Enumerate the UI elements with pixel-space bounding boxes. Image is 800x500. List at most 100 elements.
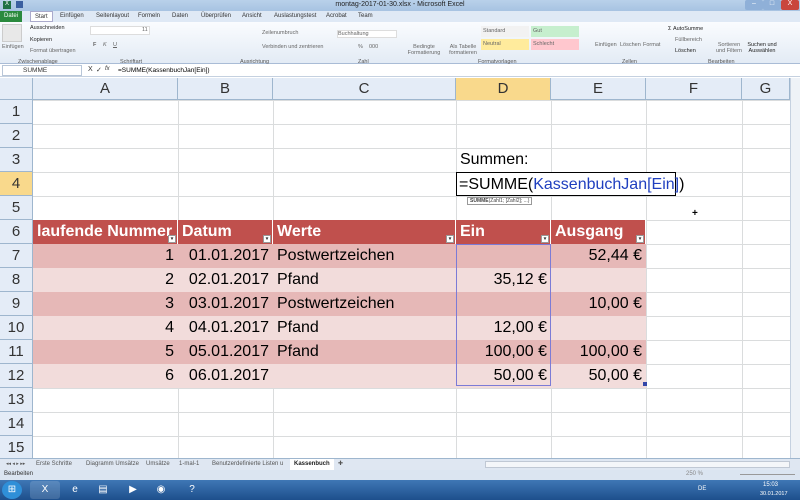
sheet-tab-active[interactable]: Kassenbuch [290,459,334,470]
cell-datum[interactable]: 05.01.2017 [178,340,273,364]
insert-cells-button[interactable]: Einfügen [595,42,617,48]
ie-icon[interactable]: e [60,481,90,499]
row-header[interactable]: 2 [0,124,33,148]
new-sheet-icon[interactable]: ✚ [334,459,347,470]
thousands-button[interactable]: 000 [369,44,378,50]
explorer-icon[interactable]: ▤ [88,481,118,499]
autosum-button[interactable]: Σ AutoSumme [668,26,703,32]
cell-ausgang[interactable]: 50,00 € [551,364,646,388]
font-size-select[interactable]: 11 [142,27,148,33]
merge-center-button[interactable]: Verbinden und zentrieren [262,44,323,50]
table-header-ausgang[interactable]: Ausgang ▾ [551,220,646,244]
excel-task-icon[interactable]: X [30,481,60,499]
cancel-icon[interactable]: X [88,66,93,73]
cell-ausgang[interactable] [551,268,646,292]
tab-seitenlayout[interactable]: Seitenlayout [92,11,133,22]
conditional-format-button[interactable]: Bedingte Formatierung [406,44,442,56]
horizontal-scrollbar[interactable] [485,461,790,468]
sheet-tab[interactable]: Umsätze [142,459,174,470]
row-header[interactable]: 12 [0,364,33,388]
wrap-text-button[interactable]: Zeilenumbruch [262,30,298,36]
enter-icon[interactable]: ✓ [96,66,102,74]
formula-input[interactable]: =SUMME(KassenbuchJan[Ein]) [118,65,210,76]
bold-button[interactable]: F [93,42,96,48]
tab-einfuegen[interactable]: Einfügen [56,11,88,22]
tab-team[interactable]: Team [354,11,377,22]
format-as-table-button[interactable]: Als Tabelle formatieren [445,44,481,56]
delete-cells-button[interactable]: Löschen [620,42,641,48]
cell-laufende-nummer[interactable]: 2 [33,268,178,292]
sheet-nav-buttons[interactable]: ◂◂ ◂ ▸ ▸▸ [2,459,29,470]
copy-button[interactable]: Kopieren [30,37,52,43]
row-header[interactable]: 10 [0,316,33,340]
format-cells-button[interactable]: Format [643,42,660,48]
zoom-slider[interactable] [740,474,795,475]
tab-datei[interactable]: Datei [0,11,23,22]
cell-werte[interactable]: Postwertzeichen [273,292,456,316]
cell-ausgang[interactable]: 10,00 € [551,292,646,316]
row-header[interactable]: 7 [0,244,33,268]
clock-date[interactable]: 30.01.2017 [760,491,788,497]
font-name-select[interactable] [90,26,150,35]
filter-dropdown-icon[interactable]: ▾ [168,235,176,243]
row-header[interactable]: 3 [0,148,33,172]
column-header-c[interactable]: C [273,78,456,100]
style-gut[interactable]: Gut [531,26,579,37]
minimize-button[interactable]: – [745,0,763,10]
close-button[interactable]: X [781,0,799,10]
table-header-datum[interactable]: Datum ▾ [178,220,273,244]
column-header-g[interactable]: G [742,78,790,100]
column-header-d[interactable]: D [456,78,551,100]
table-header-ein[interactable]: Ein ▾ [456,220,551,244]
sheet-tab[interactable]: Benutzerdefinierte Listen u [208,459,287,470]
start-button[interactable]: ⊞ [2,481,22,499]
sort-filter-button[interactable]: Sortieren und Filtern [714,42,744,54]
cell-datum[interactable]: 04.01.2017 [178,316,273,340]
media-player-icon[interactable]: ▶ [118,481,148,499]
table-header-werte[interactable]: Werte ▾ [273,220,456,244]
fill-button[interactable]: Füllbereich [675,37,702,43]
italic-button[interactable]: K [103,42,107,48]
tab-ansicht[interactable]: Ansicht [238,11,266,22]
row-header[interactable]: 6 [0,220,33,244]
cell-laufende-nummer[interactable]: 3 [33,292,178,316]
tab-acrobat[interactable]: Acrobat [322,11,351,22]
row-header[interactable]: 15 [0,436,33,460]
style-standard[interactable]: Standard [481,26,529,37]
column-header-b[interactable]: B [178,78,273,100]
row-header[interactable]: 11 [0,340,33,364]
cell-laufende-nummer[interactable]: 4 [33,316,178,340]
cell-datum[interactable]: 06.01.2017 [178,364,273,388]
cell-werte[interactable]: Postwertzeichen [273,244,456,268]
cell-werte[interactable]: Pfand [273,316,456,340]
firefox-icon[interactable]: ◉ [146,481,176,499]
row-header[interactable]: 1 [0,100,33,124]
insert-function-icon[interactable]: fx [105,66,110,72]
tab-formeln[interactable]: Formeln [134,11,164,22]
cell-ausgang[interactable] [551,316,646,340]
cell-laufende-nummer[interactable]: 6 [33,364,178,388]
tab-auslastungstest[interactable]: Auslastungstest [270,11,320,22]
cell-werte[interactable]: Pfand [273,268,456,292]
cell-datum[interactable]: 02.01.2017 [178,268,273,292]
row-header[interactable]: 8 [0,268,33,292]
row-header[interactable]: 13 [0,388,33,412]
clock-time[interactable]: 15:03 [763,482,778,488]
cell-d4-editing[interactable]: =SUMME(KassenbuchJan[Ein]) [456,172,684,196]
cell-laufende-nummer[interactable]: 1 [33,244,178,268]
row-header[interactable]: 5 [0,196,33,220]
function-tooltip[interactable]: SUMME(Zahl1; [Zahl2]; ...) [467,197,533,205]
table-resize-handle[interactable] [643,382,647,386]
style-schlecht[interactable]: Schlecht [531,39,579,50]
filter-dropdown-icon[interactable]: ▾ [636,235,644,243]
cell-laufende-nummer[interactable]: 5 [33,340,178,364]
cell-datum[interactable]: 03.01.2017 [178,292,273,316]
number-format-select[interactable]: Buchhaltung [337,30,397,38]
sheet-tab[interactable]: Erste Schritte [32,459,76,470]
tab-daten[interactable]: Daten [168,11,192,22]
row-header[interactable]: 14 [0,412,33,436]
name-box[interactable]: SUMME [2,65,82,76]
zoom-level[interactable]: 250 % [686,471,703,477]
language-indicator[interactable]: DE [698,486,706,492]
underline-button[interactable]: U [113,42,117,48]
